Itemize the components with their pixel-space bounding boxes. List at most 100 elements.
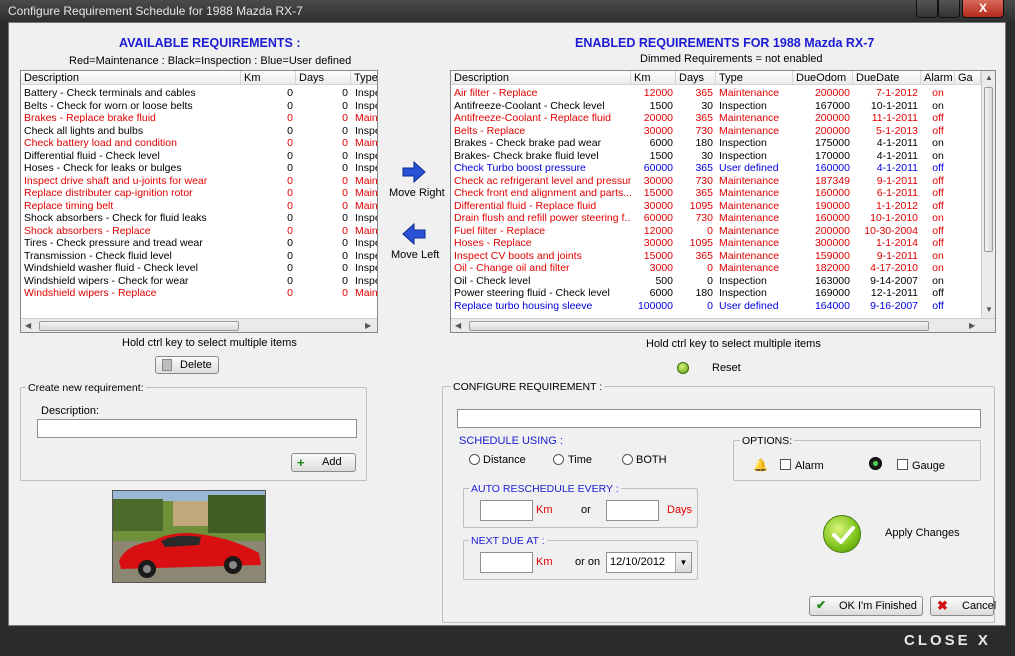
ok-finished-button[interactable]: ✔ OK I'm Finished	[809, 596, 923, 616]
available-list-header: Description Km Days Type	[21, 71, 377, 85]
enabled-row[interactable]: Inspect CV boots and joints 15000 365 Maint…	[451, 250, 981, 263]
radio-distance[interactable]	[469, 454, 480, 465]
available-row[interactable]: Tires - Check pressure and tread wear 0 0 I…	[21, 237, 377, 250]
available-row[interactable]: Check battery load and condition 0 0 Mainte…	[21, 137, 377, 150]
close-x-button[interactable]: CLOSE X	[904, 632, 991, 649]
alarm-checkbox[interactable]	[780, 459, 791, 470]
enabled-row[interactable]: Belts - Replace 30000 730 Maintenance 200000…	[451, 125, 981, 138]
reset-icon[interactable]	[677, 362, 689, 374]
enabled-row[interactable]: Fuel filter - Replace 12000 0 Maintenance 20…	[451, 225, 981, 238]
next-due-date-picker[interactable]: 12/10/2012 ▼	[606, 552, 692, 573]
enabled-row[interactable]: Check front end alignment and parts... 15…	[451, 187, 981, 200]
available-row[interactable]: Windshield washer fluid - Check level 0 0 I…	[21, 262, 377, 275]
radio-both[interactable]	[622, 454, 633, 465]
enabled-hscroll-thumb[interactable]	[469, 321, 929, 331]
reschedule-days-input[interactable]	[606, 500, 659, 521]
enabled-requirements-list[interactable]: Description Km Days Type DueOdom DueDate Alarm…	[450, 70, 996, 333]
enabled-row[interactable]: Brakes - Check brake pad wear 6000 180 Insp…	[451, 137, 981, 150]
gauge-label[interactable]: Gauge	[912, 460, 945, 472]
delete-button[interactable]: Delete	[155, 356, 219, 374]
reset-button[interactable]: Reset	[712, 362, 741, 374]
available-hscroll-thumb[interactable]	[39, 321, 239, 331]
description-input[interactable]	[37, 419, 357, 438]
available-row[interactable]: Transmission - Check fluid level 0 0 Inspec…	[21, 250, 377, 263]
move-right-arrow-icon[interactable]	[402, 160, 426, 186]
minimize-button[interactable]	[916, 0, 938, 18]
maximize-button[interactable]	[938, 0, 960, 18]
scroll-left-icon[interactable]: ◀	[25, 321, 31, 330]
enabled-row[interactable]: Antifreeze-Coolant - Replace fluid 20000 3…	[451, 112, 981, 125]
enabled-col-header[interactable]: DueDate	[853, 71, 921, 85]
enabled-col-header[interactable]: Km	[631, 71, 676, 85]
add-button[interactable]: + Add	[291, 453, 356, 472]
available-row[interactable]: Shock absorbers - Check for fluid leaks 0…	[21, 212, 377, 225]
enabled-row[interactable]: Differential fluid - Replace fluid 30000 1…	[451, 200, 981, 213]
enabled-row[interactable]: Air filter - Replace 12000 365 Maintenance 2…	[451, 87, 981, 100]
enabled-col-header[interactable]: Description	[451, 71, 631, 85]
enabled-col-header[interactable]: Alarm	[921, 71, 955, 85]
alarm-label[interactable]: Alarm	[795, 460, 824, 472]
radio-distance-label[interactable]: Distance	[483, 454, 526, 466]
enabled-row[interactable]: Oil - Check level 500 0 Inspection 163000 9-1…	[451, 275, 981, 288]
scroll-right-icon[interactable]: ▶	[969, 321, 975, 330]
scroll-down-icon[interactable]: ▼	[985, 305, 993, 314]
requirement-name-input[interactable]	[457, 409, 981, 428]
enabled-cell-desc: Air filter - Replace	[454, 87, 538, 99]
available-row[interactable]: Hoses - Check for leaks or bulges 0 0 Inspe…	[21, 162, 377, 175]
enabled-cell-days: 365	[695, 187, 713, 199]
available-row[interactable]: Windshield wipers - Check for wear 0 0 Insp…	[21, 275, 377, 288]
scroll-left-icon[interactable]: ◀	[455, 321, 461, 330]
enabled-col-header[interactable]: DueOdom	[793, 71, 853, 85]
available-row[interactable]: Replace distributer cap-ignition rotor 0 0…	[21, 187, 377, 200]
available-col-header[interactable]: Days	[296, 71, 351, 85]
available-row[interactable]: Differential fluid - Check level 0 0 Inspec…	[21, 150, 377, 163]
available-hscrollbar[interactable]: ◀ ▶	[21, 318, 377, 332]
enabled-col-header[interactable]: Ga	[955, 71, 981, 85]
apply-changes-button[interactable]: Apply Changes	[885, 527, 960, 539]
move-right-label[interactable]: Move Right	[389, 187, 445, 199]
available-col-header[interactable]: Description	[21, 71, 241, 85]
radio-time[interactable]	[553, 454, 564, 465]
available-row[interactable]: Belts - Check for worn or loose belts 0 0 I…	[21, 100, 377, 113]
enabled-row[interactable]: Brakes- Check brake fluid level 1500 30 Ins…	[451, 150, 981, 163]
next-due-km-input[interactable]	[480, 552, 533, 573]
scroll-right-icon[interactable]: ▶	[365, 321, 371, 330]
enabled-hscrollbar[interactable]: ◀ ▶	[451, 318, 995, 332]
enabled-row[interactable]: Oil - Change oil and filter 3000 0 Maintena…	[451, 262, 981, 275]
available-row[interactable]: Shock absorbers - Replace 0 0 Maintenance	[21, 225, 377, 238]
available-row[interactable]: Replace timing belt 0 0 Maintenance	[21, 200, 377, 213]
available-cell-desc: Belts - Check for worn or loose belts	[24, 99, 193, 112]
enabled-row[interactable]: Antifreeze-Coolant - Check level 1500 30 In…	[451, 100, 981, 113]
enabled-row[interactable]: Check Turbo boost pressure 60000 365 User d…	[451, 162, 981, 175]
enabled-row[interactable]: Hoses - Replace 30000 1095 Maintenance 30000…	[451, 237, 981, 250]
available-row[interactable]: Battery - Check terminals and cables 0 0 In…	[21, 87, 377, 100]
available-row[interactable]: Brakes - Replace brake fluid 0 0 Maintenanc…	[21, 112, 377, 125]
reschedule-km-input[interactable]	[480, 500, 533, 521]
enabled-cell-desc: Inspect CV boots and joints	[454, 249, 582, 262]
available-col-header[interactable]: Type	[351, 71, 377, 85]
cancel-button[interactable]: ✖ Cancel	[930, 596, 996, 616]
enabled-row[interactable]: Check ac refrigerant level and pressure 3…	[451, 175, 981, 188]
available-col-header[interactable]: Km	[241, 71, 296, 85]
enabled-vscroll-thumb[interactable]	[984, 87, 993, 252]
move-left-arrow-icon[interactable]	[402, 222, 426, 248]
enabled-cell-days: 365	[695, 162, 713, 174]
enabled-row[interactable]: Replace turbo housing sleeve 100000 0 User …	[451, 300, 981, 313]
radio-time-label[interactable]: Time	[568, 454, 592, 466]
scroll-up-icon[interactable]: ▲	[985, 73, 993, 82]
available-row[interactable]: Check all lights and bulbs 0 0 Inspection	[21, 125, 377, 138]
radio-both-label[interactable]: BOTH	[636, 454, 667, 466]
window-close-button[interactable]: X	[962, 0, 1004, 18]
available-row[interactable]: Inspect drive shaft and u-joints for wea…	[21, 175, 377, 188]
gauge-checkbox[interactable]	[897, 459, 908, 470]
enabled-vscrollbar[interactable]: ▲ ▼	[981, 71, 995, 318]
enabled-col-header[interactable]: Days	[676, 71, 716, 85]
enabled-row[interactable]: Drain flush and refill power steering f.…	[451, 212, 981, 225]
available-row[interactable]: Windshield wipers - Replace 0 0 Maintenance	[21, 287, 377, 300]
apply-check-icon[interactable]	[823, 515, 861, 553]
chevron-down-icon[interactable]: ▼	[675, 553, 691, 572]
enabled-row[interactable]: Power steering fluid - Check level 6000 18…	[451, 287, 981, 300]
move-left-label[interactable]: Move Left	[391, 249, 439, 261]
available-requirements-list[interactable]: Description Km Days Type Battery - Check te…	[20, 70, 378, 333]
enabled-col-header[interactable]: Type	[716, 71, 793, 85]
